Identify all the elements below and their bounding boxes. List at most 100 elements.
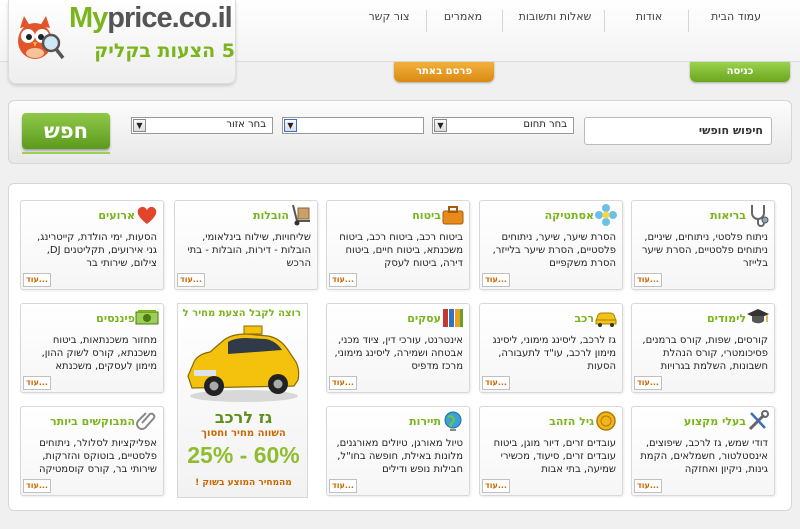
nav-item-home[interactable]: עמוד הבית [694,10,778,32]
car-icon [595,312,617,327]
category-description: קורסים, שפות, קורס ברמנים, פסיכומטרי, קו… [642,335,768,372]
more-button[interactable]: עוד... [23,376,51,390]
promo-subtitle: השווה מחיר וחסוך [201,428,286,439]
chevron-down-icon: ▼ [284,119,297,132]
category-card-most-requested: המבוקשים ביותר אפליקציות לסלולר, ניתוחים… [20,406,164,496]
more-button[interactable]: עוד... [482,479,510,493]
logo-text-domain: price.co.il [107,2,232,34]
tagline: 5 הצעות בקליק [94,40,235,62]
chevron-down-icon: ▼ [434,119,447,132]
logo[interactable]: Myprice.co.il 5 הצעות בקליק [8,0,236,84]
category-card-professionals: בעלי מקצוע דודי שמש, גז לרכב, שיפוצים, א… [631,406,775,496]
category-card-aesthetics: אסתטיקה הסרת שיער, שיער, ניתוחים פלסטיים… [479,200,623,290]
category-title[interactable]: לימודים [707,312,746,325]
more-button[interactable]: עוד... [634,273,662,287]
category-description: גז לרכב, ליסינג מימוני, ליסינג מימון לרכ… [492,335,616,372]
search-button-underline [22,152,110,154]
category-card-seniors: גיל הזהב עובדים זרים, דיור מוגן, ביטוח ע… [479,406,623,496]
promo-footer: מהמחיר המוצע בשוק ! [195,478,292,488]
nav-item-articles[interactable]: מאמרים [432,10,494,32]
search-button[interactable]: חפש [22,113,110,149]
category-description: דודי שמש, גז לרכב, שיפוצים, אינסטלטור, ח… [640,438,768,475]
category-card-moving: הובלות שליחויות, שילוח בינלאומי, הובלות … [174,200,318,290]
money-icon [135,310,159,325]
binders-icon [443,309,463,327]
field-select-value: בחר תחום [523,119,567,130]
category-card-car: רכב גז לרכב, ליסינג מימוני, ליסינג מימון… [479,303,623,393]
nav-item-faq[interactable]: שאלות ותשובות [512,10,598,32]
field-select[interactable]: בחר תחום ▼ [432,117,574,134]
category-title[interactable]: אסתטיקה [545,209,594,222]
category-description: עובדים זרים, דיור מוגן, ביטוח עובדים זרי… [493,438,616,475]
category-card-studies: לימודים קורסים, שפות, קורס ברמנים, פסיכו… [631,303,775,393]
category-description: ניתוח פלסטי, ניתוחים, שיניים, ניתוחים פל… [641,232,768,269]
promo-banner[interactable]: רוצה לקבל הצעת מחיר ל גז לרכב השווה מחיר… [177,303,308,498]
graduation-cap-icon [747,309,769,324]
tools-icon [748,410,769,431]
category-description: טיול מאורגן, טיולים מאורגנים, מלונות באי… [336,438,463,475]
subfield-select[interactable]: ▼ [282,117,424,134]
category-title[interactable]: עסקים [407,312,441,325]
category-title[interactable]: בעלי מקצוע [684,415,746,428]
category-card-health: בריאות ניתוח פלסטי, ניתוחים, שיניים, נית… [631,200,775,290]
category-title[interactable]: ביטוח [412,209,441,222]
category-description: אפליקציות לסלולר, ניתוחים פלסטיים, בוטוק… [38,438,157,475]
nav-item-about[interactable]: אודות [620,10,678,32]
promo-title: רוצה לקבל הצעת מחיר ל [182,308,301,319]
logo-text-my: My [69,2,108,34]
nav-item-contact[interactable]: צור קשר [362,10,416,32]
region-select-value: בחר אזור [226,119,266,130]
category-card-finance: פיננסים מחזור משכנתאות, ביטוח משכנתא, קו… [20,303,164,393]
category-card-events: ארועים הסעות, ימי הולדת, קייטרינג, גני א… [20,200,164,290]
nav-separator [426,10,427,32]
category-title[interactable]: הובלות [253,209,289,222]
more-button[interactable]: עוד... [634,376,662,390]
owl-mascot-icon [18,16,65,60]
region-select[interactable]: בחר אזור ▼ [131,117,273,134]
free-search-input[interactable]: חיפוש חופשי [584,117,772,145]
chevron-down-icon: ▼ [133,119,146,132]
category-description: אינטרנט, עורכי דין, ציוד מכני, אבטחה ושמ… [334,335,463,372]
category-description: הסרת שיער, שיער, ניתוחים פלסטיים, הסרת ש… [492,232,616,269]
category-card-business: עסקים אינטרנט, עורכי דין, ציוד מכני, אבט… [326,303,470,393]
more-button[interactable]: עוד... [634,479,662,493]
category-description: ביטוח רכב, ביטוח רכב, ביטוח משכנתא, ביטו… [339,232,463,269]
paperclip-icon [136,412,156,430]
category-title[interactable]: המבוקשים ביותר [50,415,135,428]
category-description: מחזור משכנתאות, ביטוח משכנתא, קורס לשוק … [41,335,157,372]
category-card-tourism: תיירות טיול מאורגן, טיולים מאורגנים, מלו… [326,406,470,496]
more-button[interactable]: עוד... [177,273,205,287]
category-title[interactable]: רכב [574,312,594,325]
more-button[interactable]: עוד... [329,376,357,390]
heart-icon [137,206,157,224]
category-title[interactable]: בריאות [710,209,746,222]
coin-icon [596,411,616,431]
category-description: הסעות, ימי הולדת, קייטרינג, גני אירועים,… [37,232,157,269]
flower-icon [595,204,617,226]
stethoscope-icon [751,205,769,227]
more-button[interactable]: עוד... [23,273,51,287]
nav-separator [502,10,503,32]
more-button[interactable]: עוד... [329,479,357,493]
more-button[interactable]: עוד... [482,376,510,390]
category-description: שליחויות, שילוח בינלאומי, הובלות - דירות… [187,232,311,269]
category-title[interactable]: ארועים [98,209,135,222]
tab-login[interactable]: כניסה [690,62,790,82]
globe-icon [444,411,462,431]
promo-product: גז לרכב [214,408,273,427]
nav-separator [604,10,605,32]
category-title[interactable]: פיננסים [96,312,135,325]
taxi-car-image [187,325,300,402]
tab-advertise[interactable]: פרסם באתר [394,62,494,82]
more-button[interactable]: עוד... [482,273,510,287]
category-title[interactable]: תיירות [409,415,441,428]
logo-text: Myprice.co.il [69,2,233,35]
briefcase-icon [442,206,464,225]
more-button[interactable]: עוד... [329,273,357,287]
category-title[interactable]: גיל הזהב [549,415,594,428]
category-card-insurance: ביטוח ביטוח רכב, ביטוח רכב, ביטוח משכנתא… [326,200,470,290]
hand-truck-icon [292,204,310,226]
more-button[interactable]: עוד... [23,479,51,493]
promo-percent: 25% - 60% [187,442,300,468]
nav-separator [688,10,689,32]
